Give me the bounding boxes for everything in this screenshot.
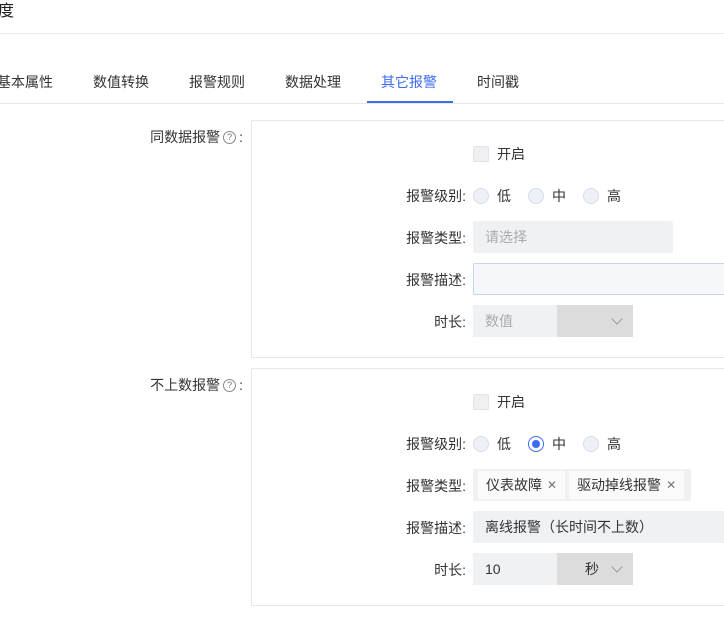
no-upload-level-radio-group: 低 中 高 (473, 434, 638, 454)
same-data-alarm-title: 同数据报警 (150, 129, 221, 145)
same-data-duration-group: 数值 (473, 305, 633, 337)
no-upload-type-multiselect[interactable]: 仪表故障 ✕ 驱动掉线报警 ✕ (473, 469, 691, 501)
close-icon[interactable]: ✕ (666, 478, 676, 492)
chevron-down-icon (611, 561, 623, 573)
duration-unit-text: 秒 (585, 561, 599, 577)
radio-label: 高 (607, 188, 621, 204)
checkbox-box[interactable] (473, 394, 489, 410)
radio-label: 高 (607, 436, 621, 452)
close-icon[interactable]: ✕ (547, 478, 557, 492)
active-tab-indicator (367, 101, 453, 103)
type-tag: 仪表故障 ✕ (478, 471, 566, 499)
no-upload-enable-checkbox[interactable]: 开启 (473, 392, 525, 412)
tag-label: 仪表故障 (486, 477, 542, 493)
same-data-desc-input[interactable] (473, 263, 724, 295)
question-circle-icon[interactable]: ? (223, 378, 237, 392)
same-data-level-radio-group: 低 中 高 (473, 186, 638, 206)
no-upload-alarm-label: 不上数报警 ? : (150, 377, 243, 393)
same-data-alarm-label: 同数据报警 ? : (150, 129, 243, 145)
radio-label: 低 (497, 436, 511, 452)
radio-level-low[interactable]: 低 (473, 186, 511, 206)
radio-circle[interactable] (528, 188, 544, 204)
same-data-desc-label: 报警描述: (406, 272, 466, 288)
same-data-level-label: 报警级别: (406, 188, 466, 204)
radio-level-high[interactable]: 高 (583, 434, 621, 454)
tab-other-alarms[interactable]: 其它报警 (381, 72, 437, 92)
radio-label: 中 (552, 188, 566, 204)
no-upload-type-label: 报警类型: (406, 478, 466, 494)
same-data-enable-checkbox[interactable]: 开启 (473, 144, 525, 164)
enable-label: 开启 (497, 146, 525, 162)
radio-level-medium[interactable]: 中 (528, 186, 566, 206)
radio-circle-checked[interactable] (528, 436, 544, 452)
tab-basic-attributes[interactable]: 基本属性 (0, 72, 53, 92)
title-divider (0, 33, 724, 34)
tag-label: 驱动掉线报警 (577, 477, 662, 493)
no-upload-duration-unit-select[interactable]: 秒 (557, 553, 633, 585)
same-data-duration-unit-select[interactable] (557, 305, 633, 337)
radio-circle[interactable] (583, 436, 599, 452)
no-upload-duration-label: 时长: (434, 562, 466, 578)
same-data-duration-input[interactable]: 数值 (473, 305, 557, 337)
no-upload-alarm-title: 不上数报警 (150, 377, 221, 393)
no-upload-duration-group: 10 秒 (473, 553, 633, 585)
no-upload-desc-input[interactable]: 离线报警（长时间不上数） (473, 511, 724, 543)
enable-label: 开启 (497, 394, 525, 410)
no-upload-desc-label: 报警描述: (406, 520, 466, 536)
same-data-duration-label: 时长: (434, 314, 466, 330)
same-data-type-select[interactable]: 请选择 (473, 221, 673, 253)
page-title: 度 (0, 3, 15, 20)
radio-level-low[interactable]: 低 (473, 434, 511, 454)
tab-timestamp[interactable]: 时间戳 (477, 72, 519, 92)
checkbox-box[interactable] (473, 146, 489, 162)
chevron-down-icon (611, 313, 623, 325)
tab-data-processing[interactable]: 数据处理 (285, 72, 341, 92)
tab-bar: 基本属性 数值转换 报警规则 数据处理 其它报警 时间戳 (0, 60, 724, 104)
type-tag: 驱动掉线报警 ✕ (569, 471, 685, 499)
radio-circle[interactable] (583, 188, 599, 204)
same-data-type-label: 报警类型: (406, 230, 466, 246)
radio-level-medium[interactable]: 中 (528, 434, 566, 454)
tab-alarm-rules[interactable]: 报警规则 (189, 72, 245, 92)
radio-label: 中 (552, 436, 566, 452)
radio-label: 低 (497, 188, 511, 204)
radio-circle[interactable] (473, 436, 489, 452)
question-circle-icon[interactable]: ? (223, 130, 237, 144)
no-upload-level-label: 报警级别: (406, 436, 466, 452)
radio-level-high[interactable]: 高 (583, 186, 621, 206)
no-upload-duration-input[interactable]: 10 (473, 553, 557, 585)
tab-value-conversion[interactable]: 数值转换 (93, 72, 149, 92)
radio-circle[interactable] (473, 188, 489, 204)
